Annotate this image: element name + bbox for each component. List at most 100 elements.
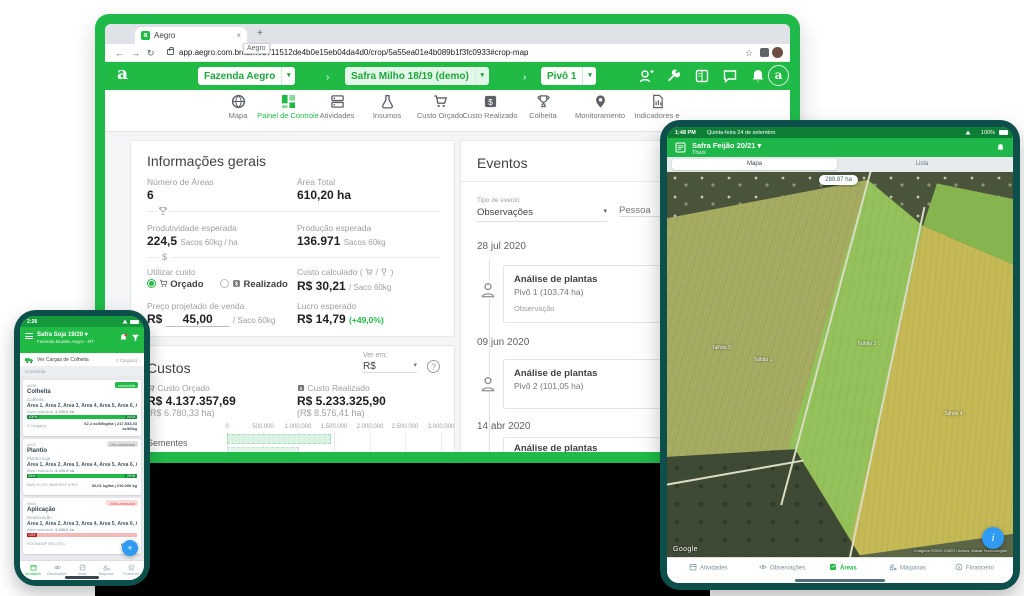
nav-atividades[interactable]: Atividades xyxy=(21,564,45,576)
svg-text:$: $ xyxy=(235,282,238,288)
person-icon xyxy=(479,375,497,393)
satellite-map[interactable]: 289.87 ha Talhão 5 Talhão 1 Talhão 3 Tal… xyxy=(667,172,1013,557)
costs-bar-chart: 0 500.000 1.000.000 1.500.000 2.000.000 … xyxy=(131,424,456,452)
browser-tab[interactable]: a Aegro × xyxy=(135,27,247,44)
help-icon[interactable]: ? xyxy=(427,360,440,373)
nav-maquinas[interactable]: Máquinas xyxy=(94,564,118,576)
home-indicator xyxy=(65,576,99,579)
map-info-fab[interactable]: i xyxy=(982,527,1004,549)
event-item[interactable]: Análise de plantas Pivô 2 (101,05 ha) xyxy=(503,359,671,409)
chat-icon[interactable] xyxy=(722,68,738,84)
filter-icon[interactable] xyxy=(131,333,140,342)
extension-icon[interactable] xyxy=(760,48,769,57)
chevron-down-icon[interactable]: ▾ xyxy=(582,67,596,85)
activity-card[interactable]: #003 29d adiantada Plantio Plantio soja … xyxy=(23,439,141,495)
tools-wrench-icon[interactable] xyxy=(666,68,682,84)
budget-bar[interactable] xyxy=(227,434,331,444)
nav-areas[interactable]: Áreas xyxy=(829,563,857,572)
divider xyxy=(147,211,440,212)
calendar-icon xyxy=(689,563,697,571)
event-type-select[interactable]: Observações ▾ xyxy=(477,207,607,222)
forward-icon[interactable]: → xyxy=(131,48,140,58)
dashboard-icon xyxy=(281,94,296,109)
nav-atividades[interactable]: Atividades xyxy=(689,563,728,572)
tab-colheita[interactable]: Colheita xyxy=(511,94,575,120)
event-item[interactable]: Análise de plantas Pivô 1 (103,74 ha) Ob… xyxy=(503,265,671,323)
segment-mapa[interactable]: Mapa xyxy=(672,159,837,170)
nav-observacoes[interactable]: Observações xyxy=(45,564,69,576)
eye-icon xyxy=(54,564,61,571)
nav-financeiro[interactable]: $Financeiro xyxy=(119,564,143,576)
activity-card[interactable]: #006 concluída Colheita Colheita Área 1,… xyxy=(23,380,141,436)
cargas-row[interactable]: Ver Cargas de Colheita 2 Carga(s) › xyxy=(20,353,144,367)
status-badge: 29d adiantada xyxy=(107,441,138,447)
chevron-down-icon[interactable]: ▾ xyxy=(281,67,295,85)
activity-code: #003 xyxy=(27,442,36,447)
event-item[interactable]: Análise de plantas xyxy=(503,437,671,452)
bookmark-star-icon[interactable]: ☆ xyxy=(745,48,753,59)
calc-cost-value: R$ 30,21 xyxy=(297,279,346,293)
wifi-icon xyxy=(123,320,128,324)
x-tick: 1.000.000 xyxy=(285,424,312,430)
status-date: Quinta-feira 24 de setembro xyxy=(707,130,775,136)
nav-maquinas[interactable]: Máquinas xyxy=(889,563,926,572)
radio-orcado[interactable] xyxy=(147,279,156,288)
dollar-icon: $ xyxy=(159,252,170,262)
field-label: Talhão 3 xyxy=(857,341,876,347)
aegro-appbar: a Fazenda Aegro ▾ › Safra Milho 18/19 (d… xyxy=(105,62,790,90)
nav-areas[interactable]: Áreas xyxy=(70,564,94,576)
drawer-menu-icon[interactable] xyxy=(675,142,686,153)
production-unit: Sacos 60kg xyxy=(344,238,386,247)
nav-financeiro[interactable]: $Financeiro xyxy=(955,563,994,572)
phone-screen: 2:28 Safra Soja 19/20 ▾ Fazenda Modelo A… xyxy=(20,316,144,580)
tablet-crop-select[interactable]: Safra Feijão 20/21 ▾ xyxy=(692,141,812,150)
phone-crop-select[interactable]: Safra Soja 19/20 ▾ xyxy=(37,331,115,338)
currency-select[interactable]: R$ ▾ xyxy=(363,361,417,373)
battery-icon xyxy=(130,320,139,325)
invite-user-icon[interactable] xyxy=(638,68,654,84)
farm-select-value: Fazenda Aegro xyxy=(198,71,281,82)
tab-monitoramento[interactable]: Monitoramento xyxy=(568,94,632,120)
progress-left-chip: 100% xyxy=(27,415,39,420)
gridline xyxy=(405,432,406,452)
browser-menu-icon[interactable]: ⋮ xyxy=(786,48,790,59)
user-avatar[interactable]: a xyxy=(768,65,789,86)
realized-label: Área realizada: xyxy=(27,409,54,414)
num-areas-value: 6 xyxy=(147,188,154,202)
segment-lista[interactable]: Lista xyxy=(837,159,1007,170)
reload-icon[interactable]: ↻ xyxy=(147,48,155,59)
tab-label: Indicadores e xyxy=(634,111,679,120)
chevron-down-icon: ▾ xyxy=(757,141,761,150)
add-activity-fab[interactable]: + xyxy=(122,540,138,556)
bell-icon[interactable] xyxy=(996,143,1005,152)
news-book-icon[interactable] xyxy=(694,68,710,84)
back-icon[interactable]: ← xyxy=(115,48,124,58)
browser-profile-avatar[interactable] xyxy=(772,47,783,58)
bell-icon[interactable] xyxy=(750,68,766,84)
profit-percent: (+49,0%) xyxy=(349,315,384,325)
bell-icon[interactable] xyxy=(119,333,128,342)
radio-realizado[interactable] xyxy=(220,279,229,288)
chevron-down-icon[interactable]: ▾ xyxy=(475,67,489,85)
activity-areas: Área 1, Área 2, Área 3, Área 4, Área 5, … xyxy=(27,521,137,527)
tablet-app-header: Safra Feijão 20/21 ▾ Thaís xyxy=(667,138,1013,157)
farm-select[interactable]: Fazenda Aegro ▾ xyxy=(198,67,295,85)
progress-bar: 85% 29/34 xyxy=(27,474,137,479)
hamburger-menu-icon[interactable] xyxy=(25,333,33,334)
new-tab-button[interactable]: + xyxy=(257,28,263,39)
realized-bar[interactable] xyxy=(227,447,299,452)
projected-price-input[interactable] xyxy=(166,312,230,327)
field-select[interactable]: Pivô 1 ▾ xyxy=(541,67,596,85)
punct: ( xyxy=(360,267,363,277)
field-select-value: Pivô 1 xyxy=(541,71,582,82)
activity-code: #004 xyxy=(27,501,36,506)
progress-left-chip: 0/29 xyxy=(27,533,37,538)
nav-observacoes[interactable]: Observações xyxy=(759,563,805,572)
realized-value: 3.490,6 ha xyxy=(55,409,74,414)
cart-icon xyxy=(159,279,168,288)
tab-indicadores[interactable]: Indicadores e xyxy=(625,94,689,120)
tablet-mockup: 1:48 PM Quinta-feira 24 de setembro 100%… xyxy=(660,120,1020,590)
aegro-favicon: a xyxy=(141,31,150,40)
tab-close-icon[interactable]: × xyxy=(236,31,241,40)
crop-select[interactable]: Safra Milho 18/19 (demo) ▾ xyxy=(345,67,489,85)
